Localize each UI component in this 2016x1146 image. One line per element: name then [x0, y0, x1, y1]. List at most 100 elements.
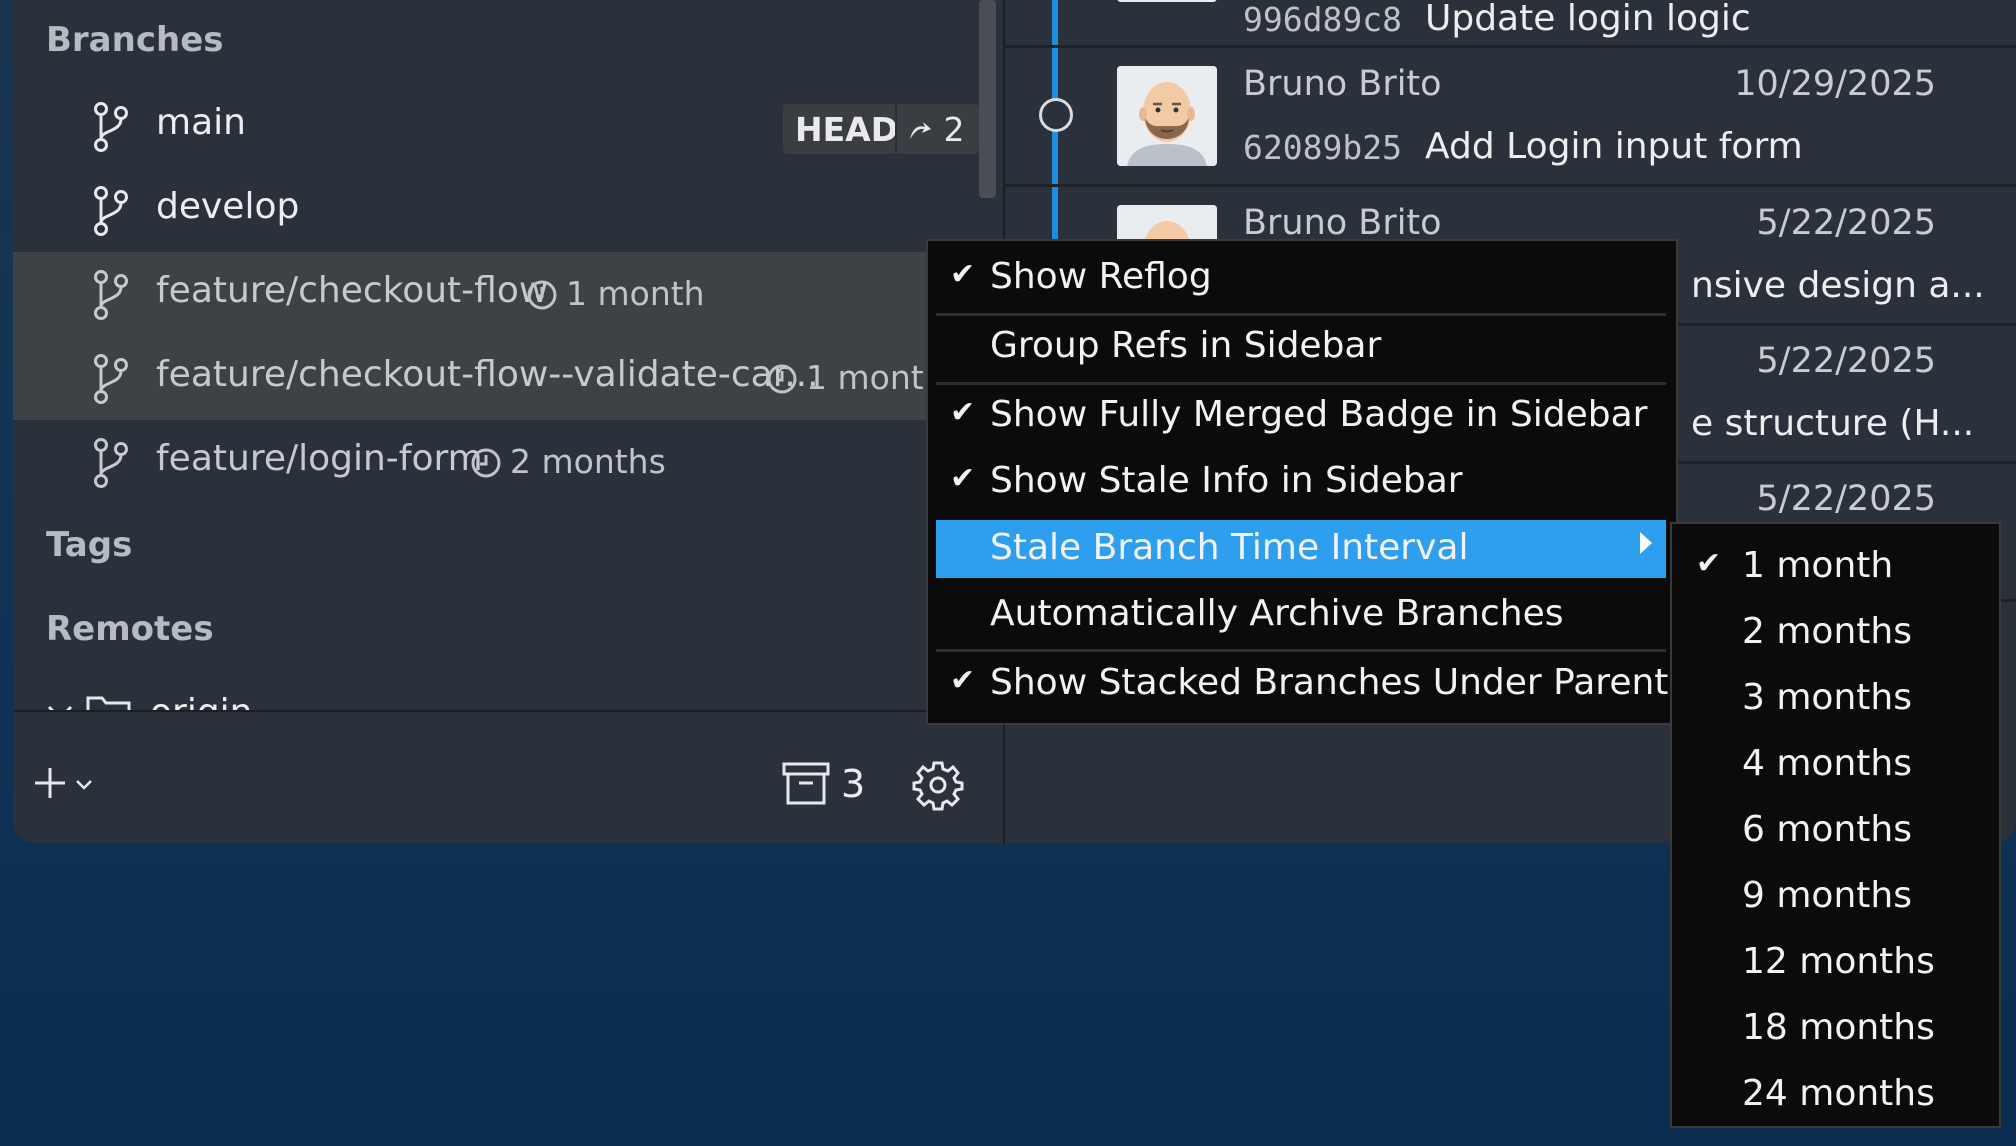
submenu-item-label: 2 months	[1742, 611, 1912, 652]
commit-message: Add Login input form	[1425, 126, 1803, 167]
branch-icon	[94, 354, 128, 404]
commit-author: Bruno Brito	[1243, 64, 1442, 104]
sidebar: Branches main HEAD 2 develop feature/che…	[13, 0, 1003, 843]
clock-icon	[767, 364, 797, 394]
submenu-item-2-months[interactable]: 2 months	[1680, 604, 1995, 664]
menu-item-show-reflog[interactable]: ✔ Show Reflog	[936, 249, 1666, 307]
ahead-count-value: 2	[943, 110, 965, 149]
sidebar-refs-list: Branches main HEAD 2 develop feature/che…	[13, 0, 1003, 710]
badge-separator	[895, 104, 897, 154]
archive-button[interactable]: 3	[781, 760, 881, 810]
stale-info: 1 month	[766, 358, 945, 397]
check-icon: ✔	[950, 257, 976, 292]
menu-item-label: Show Reflog	[990, 256, 1212, 297]
commit-date: 5/22/2025	[1756, 341, 1936, 381]
archive-count: 3	[841, 762, 866, 806]
stale-age: 1 month	[806, 358, 945, 397]
menu-separator	[936, 313, 1666, 316]
branch-name: develop	[156, 186, 300, 227]
stale-info: 1 month	[526, 274, 705, 313]
commit-message: e structure (H...	[1691, 403, 1975, 444]
gear-icon[interactable]	[912, 759, 964, 811]
check-icon: ✔	[950, 461, 976, 496]
menu-item-show-merged-badge[interactable]: ✔ Show Fully Merged Badge in Sidebar	[936, 387, 1666, 445]
branch-name: feature/login-form	[156, 438, 483, 479]
submenu-item-label: 12 months	[1742, 941, 1935, 982]
sidebar-bottom-bar: 3	[13, 712, 1003, 843]
commit-date: 5/22/2025	[1756, 479, 1936, 519]
submenu-arrow-icon	[1640, 532, 1652, 554]
remote-name: origin	[150, 692, 253, 710]
submenu-item-9-months[interactable]: 9 months	[1680, 868, 1995, 928]
stale-age: 1 month	[566, 274, 705, 313]
commit-row[interactable]: 996d89c8 Update login logic	[1005, 0, 2016, 48]
submenu-item-label: 4 months	[1742, 743, 1912, 784]
branch-icon	[94, 102, 128, 152]
section-branches-title[interactable]: Branches	[46, 20, 224, 60]
commit-hash: 996d89c8	[1243, 0, 1402, 39]
section-remotes-title[interactable]: Remotes	[46, 609, 214, 649]
head-label: HEAD	[795, 110, 899, 149]
menu-item-label: Group Refs in Sidebar	[990, 325, 1382, 366]
sidebar-branch-main[interactable]: main HEAD 2	[13, 84, 1003, 168]
commit-date: 5/22/2025	[1756, 203, 1936, 243]
commit-message: nsive design a...	[1691, 265, 1985, 306]
commit-row[interactable]: Bruno Brito 10/29/2025 62089b25 Add Logi…	[1005, 48, 2016, 187]
archive-icon	[782, 762, 830, 805]
sidebar-branch-checkout-flow[interactable]: feature/checkout-flow 1 month	[13, 252, 1003, 336]
chevron-down-icon[interactable]	[46, 703, 74, 710]
submenu-item-label: 18 months	[1742, 1007, 1935, 1048]
add-dropdown-button[interactable]	[33, 764, 95, 804]
menu-item-label: Stale Branch Time Interval	[990, 527, 1469, 568]
commit-message: Update login logic	[1425, 0, 1751, 39]
ahead-count: 2	[907, 110, 965, 149]
branch-name: feature/checkout-flow--validate-car...	[156, 354, 819, 395]
check-icon: ✔	[1696, 546, 1722, 581]
submenu-item-label: 6 months	[1742, 809, 1912, 850]
commit-date: 10/29/2025	[1734, 64, 1936, 104]
menu-item-label: Show Stacked Branches Under Parent	[990, 662, 1669, 703]
menu-item-label: Show Fully Merged Badge in Sidebar	[990, 394, 1648, 435]
menu-separator	[936, 382, 1666, 385]
stale-info: 2 months	[470, 442, 666, 481]
menu-item-auto-archive[interactable]: Automatically Archive Branches	[936, 586, 1666, 644]
submenu-item-1-month[interactable]: ✔ 1 month	[1680, 538, 1995, 598]
submenu-item-24-months[interactable]: 24 months	[1680, 1066, 1995, 1126]
submenu-item-label: 3 months	[1742, 677, 1912, 718]
check-icon: ✔	[950, 395, 976, 430]
avatar	[1117, 0, 1217, 2]
sidebar-scrollbar[interactable]	[979, 0, 996, 198]
avatar	[1117, 66, 1217, 166]
sidebar-branch-develop[interactable]: develop	[13, 168, 1003, 252]
menu-item-show-stale-info[interactable]: ✔ Show Stale Info in Sidebar	[936, 453, 1666, 511]
submenu-item-18-months[interactable]: 18 months	[1680, 1000, 1995, 1060]
submenu-item-label: 9 months	[1742, 875, 1912, 916]
submenu-item-4-months[interactable]: 4 months	[1680, 736, 1995, 796]
menu-separator	[936, 649, 1666, 652]
check-icon: ✔	[950, 663, 976, 698]
submenu-item-label: 1 month	[1742, 545, 1894, 586]
menu-item-stacked-branches[interactable]: ✔ Show Stacked Branches Under Parent	[936, 655, 1669, 713]
graph-node	[1039, 98, 1073, 132]
commit-author: Bruno Brito	[1243, 203, 1442, 243]
stale-interval-submenu: ✔ 1 month 2 months 3 months 4 months 6 m…	[1670, 522, 2001, 1128]
submenu-item-12-months[interactable]: 12 months	[1680, 934, 1995, 994]
menu-item-label: Show Stale Info in Sidebar	[990, 460, 1463, 501]
branch-name: feature/checkout-flow	[156, 270, 549, 311]
menu-item-stale-interval[interactable]: Stale Branch Time Interval	[936, 520, 1666, 578]
commit-hash: 62089b25	[1243, 128, 1402, 167]
cloud-folder-icon	[86, 696, 131, 710]
clock-icon	[471, 448, 501, 478]
branch-name: main	[156, 102, 246, 143]
head-badge: HEAD 2	[783, 104, 979, 154]
sidebar-branch-checkout-flow-validate[interactable]: feature/checkout-flow--validate-car... 1…	[13, 336, 1003, 420]
sidebar-remote-origin[interactable]: origin	[13, 680, 1003, 710]
sidebar-branch-login-form[interactable]: feature/login-form 2 months	[13, 420, 1003, 504]
branch-icon	[94, 270, 128, 320]
section-tags-title[interactable]: Tags	[46, 525, 132, 565]
submenu-item-3-months[interactable]: 3 months	[1680, 670, 1995, 730]
menu-item-group-refs[interactable]: Group Refs in Sidebar	[936, 318, 1666, 376]
submenu-item-label: 24 months	[1742, 1073, 1935, 1114]
stale-age: 2 months	[510, 442, 666, 481]
submenu-item-6-months[interactable]: 6 months	[1680, 802, 1995, 862]
